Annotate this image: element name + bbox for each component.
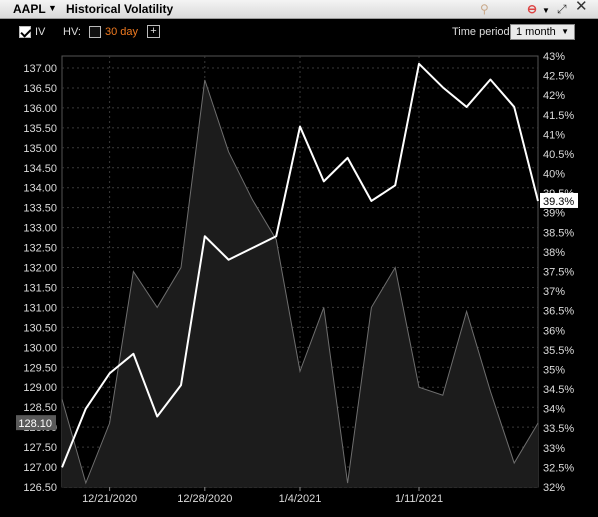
- left-tick-label: 129.00: [23, 382, 57, 394]
- left-tick-label: 136.00: [23, 103, 57, 115]
- right-tick-label: 38%: [543, 247, 565, 259]
- x-tick-label: 1/4/2021: [279, 493, 322, 505]
- x-tick-label: 12/21/2020: [82, 493, 137, 505]
- right-tick-label: 38.5%: [543, 227, 574, 239]
- close-icon[interactable]: ✕: [575, 0, 588, 14]
- left-tick-label: 127.50: [23, 442, 57, 454]
- x-axis: 12/21/2020 12/28/2020 1/4/2021 1/11/2021: [82, 487, 443, 505]
- right-tick-label: 36%: [543, 325, 565, 337]
- right-tick-label: 40%: [543, 169, 565, 181]
- right-tick-label: 40.5%: [543, 149, 574, 161]
- left-tick-label: 130.00: [23, 342, 57, 354]
- left-tick-label: 131.00: [23, 302, 57, 314]
- link-dropdown-icon[interactable]: ▼: [542, 4, 550, 18]
- left-tick-label: 133.00: [23, 223, 57, 235]
- hv-period-link[interactable]: 30 day: [105, 26, 138, 38]
- window-title: Historical Volatility: [66, 2, 174, 16]
- title-bar: AAPL ▼ Historical Volatility ⚲ ⊖ ▼ ⤢ ✕: [0, 0, 598, 19]
- x-tick-label: 1/11/2021: [395, 493, 443, 505]
- pin-icon[interactable]: ⚲: [480, 2, 489, 16]
- hv-checkbox[interactable]: [89, 26, 101, 38]
- right-tick-label: 41.5%: [543, 110, 574, 122]
- symbol-selector[interactable]: AAPL: [13, 2, 46, 16]
- right-tick-label: 33.5%: [543, 423, 574, 435]
- left-tick-label: 132.50: [23, 243, 57, 255]
- left-tick-label: 133.50: [23, 203, 57, 215]
- volatility-chart[interactable]: 126.50127.00127.50128.00128.50129.00129.…: [0, 44, 598, 517]
- right-tick-label: 34%: [543, 404, 565, 416]
- chevron-down-icon: ▼: [561, 27, 569, 36]
- left-tick-label: 137.00: [23, 63, 57, 75]
- left-tick-label: 135.00: [23, 143, 57, 155]
- right-axis: 32% 32.5% 33% 33.5% 34% 34.5% 35% 35.5% 36% 36.5%…: [540, 51, 578, 494]
- add-study-button[interactable]: +: [147, 25, 160, 38]
- left-tick-label: 136.50: [23, 83, 57, 95]
- iv-label: IV: [35, 26, 46, 38]
- price-area-layer: [61, 79, 539, 487]
- right-tick-label: 35%: [543, 364, 565, 376]
- left-tick-label: 134.50: [23, 163, 57, 175]
- right-tick-label: 36.5%: [543, 306, 574, 318]
- left-tick-label: 126.50: [23, 482, 57, 494]
- right-tick-label: 42%: [543, 90, 565, 102]
- left-tick-label: 128.50: [23, 402, 57, 414]
- right-current-value: 39.3%: [543, 196, 574, 208]
- right-tick-label: 35.5%: [543, 345, 574, 357]
- left-tick-label: 130.50: [23, 322, 57, 334]
- expand-icon[interactable]: ⤢: [557, 2, 567, 16]
- left-tick-label: 135.50: [23, 123, 57, 135]
- time-period-value: 1 month: [516, 26, 556, 38]
- hv-label: HV:: [63, 26, 81, 38]
- symbol-dropdown-icon[interactable]: ▼: [48, 3, 57, 13]
- left-current-value: 128.10: [18, 418, 52, 430]
- right-tick-label: 39%: [543, 208, 565, 220]
- right-tick-label: 37.5%: [543, 267, 574, 279]
- left-tick-label: 132.00: [23, 263, 57, 275]
- right-tick-label: 32%: [543, 482, 565, 494]
- right-tick-label: 41%: [543, 129, 565, 141]
- right-tick-label: 42.5%: [543, 71, 574, 83]
- left-tick-label: 127.00: [23, 462, 57, 474]
- left-axis: 126.50127.00127.50128.00128.50129.00129.…: [16, 63, 57, 494]
- link-group-icon[interactable]: ⊖: [527, 2, 537, 16]
- right-tick-label: 34.5%: [543, 384, 574, 396]
- time-period-label: Time period:: [452, 26, 513, 38]
- time-period-select[interactable]: 1 month ▼: [510, 24, 575, 40]
- toolbar: IV HV: 30 day + Time period:: [0, 20, 598, 44]
- right-tick-label: 37%: [543, 286, 565, 298]
- left-tick-label: 129.50: [23, 362, 57, 374]
- x-tick-label: 12/28/2020: [177, 493, 232, 505]
- right-tick-label: 32.5%: [543, 462, 574, 474]
- iv-checkbox[interactable]: [19, 26, 31, 38]
- left-tick-label: 134.00: [23, 183, 57, 195]
- right-tick-label: 33%: [543, 443, 565, 455]
- right-tick-label: 43%: [543, 51, 565, 63]
- left-tick-label: 131.50: [23, 282, 57, 294]
